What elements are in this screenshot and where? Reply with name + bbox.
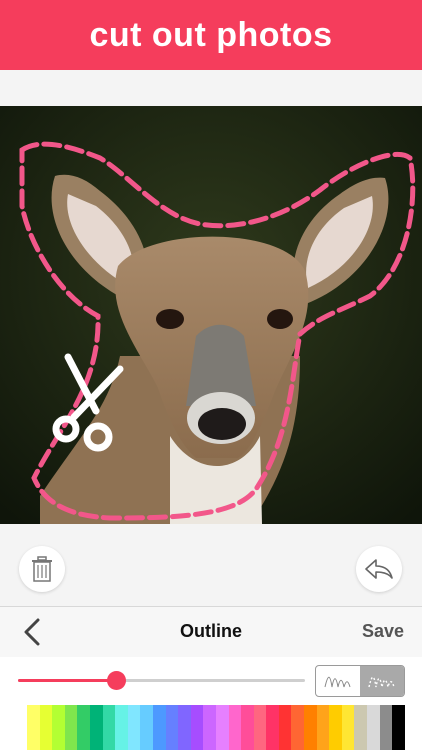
slider-fill — [18, 679, 116, 682]
delete-button[interactable] — [19, 546, 65, 592]
deer-photo — [0, 106, 422, 524]
color-swatch[interactable] — [291, 705, 305, 750]
stroke-style-toggle[interactable] — [315, 665, 405, 697]
page-title: Outline — [180, 621, 242, 641]
save-button[interactable]: Save — [362, 621, 404, 642]
color-swatch[interactable] — [304, 705, 317, 750]
color-swatch[interactable] — [165, 705, 179, 750]
color-swatch[interactable] — [278, 705, 292, 750]
color-swatch[interactable] — [190, 705, 204, 750]
color-swatch[interactable] — [253, 705, 267, 750]
banner-title: cut out photos — [89, 15, 333, 54]
color-swatch[interactable] — [367, 705, 380, 750]
color-swatch[interactable] — [392, 705, 405, 750]
color-swatch[interactable] — [39, 705, 53, 750]
color-swatch[interactable] — [241, 705, 254, 750]
color-swatch[interactable] — [203, 705, 216, 750]
slider-thumb[interactable] — [106, 671, 126, 690]
color-palette[interactable] — [27, 705, 405, 750]
color-swatch[interactable] — [266, 705, 279, 750]
color-swatch[interactable] — [127, 705, 141, 750]
promo-banner: cut out photos — [0, 0, 422, 70]
color-swatch[interactable] — [329, 705, 342, 750]
color-swatch[interactable] — [316, 705, 330, 750]
color-swatch[interactable] — [27, 705, 40, 750]
color-swatch[interactable] — [152, 705, 166, 750]
color-swatch[interactable] — [140, 705, 153, 750]
color-swatch[interactable] — [228, 705, 242, 750]
color-swatch[interactable] — [115, 705, 128, 750]
color-swatch[interactable] — [64, 705, 78, 750]
trash-icon — [32, 556, 52, 582]
color-swatch[interactable] — [215, 705, 229, 750]
navigation-bar: Outline Save — [0, 606, 422, 658]
dotted-stroke-option[interactable] — [360, 666, 404, 696]
thin-stroke-option[interactable] — [316, 666, 360, 696]
undo-button[interactable] — [356, 546, 402, 592]
color-swatch[interactable] — [178, 705, 191, 750]
color-swatch[interactable] — [102, 705, 116, 750]
color-swatch[interactable] — [89, 705, 103, 750]
undo-arrow-icon — [365, 559, 393, 579]
scissors-icon — [52, 353, 124, 452]
outline-controls — [0, 657, 422, 750]
color-swatch[interactable] — [341, 705, 355, 750]
photo-canvas[interactable] — [0, 106, 422, 524]
color-swatch[interactable] — [52, 705, 65, 750]
dotted-stroke-icon — [368, 676, 395, 688]
color-swatch[interactable] — [354, 705, 368, 750]
outline-width-slider[interactable] — [18, 671, 305, 690]
color-swatch[interactable] — [379, 705, 393, 750]
color-swatch[interactable] — [77, 705, 90, 750]
thin-stroke-icon — [324, 676, 351, 688]
